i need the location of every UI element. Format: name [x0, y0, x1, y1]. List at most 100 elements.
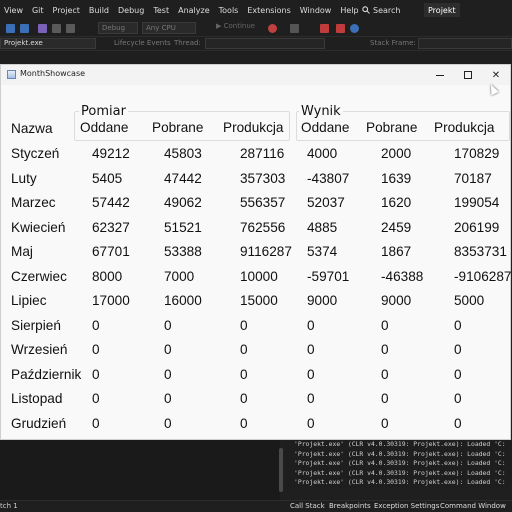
restart-icon[interactable]: [350, 24, 359, 33]
ide-debugbar: Projekt.exe Lifecycle Events Thread: Sta…: [0, 37, 512, 51]
cell-pomiar-pobrane: 0: [164, 342, 172, 357]
cell-wynik-pobrane: 0: [381, 415, 389, 431]
cell-pomiar-produkcja: 0: [240, 342, 248, 357]
cell-pomiar-oddane: 62327: [92, 219, 130, 235]
menu-extensions[interactable]: Extensions: [247, 6, 290, 15]
cell-wynik-produkcja: 0: [454, 391, 462, 406]
ide-search[interactable]: Search: [362, 3, 400, 17]
header-pomiar-oddane: Oddane: [80, 120, 129, 135]
cell-pomiar-produkcja: 556357: [240, 195, 286, 210]
cell-wynik-oddane: 5374: [307, 244, 338, 259]
platform-combo[interactable]: Any CPU: [142, 22, 196, 34]
process-combo[interactable]: Projekt.exe: [0, 38, 96, 49]
continue-button[interactable]: ▶ Continue: [216, 22, 255, 30]
cell-wynik-pobrane: 1620: [381, 195, 412, 210]
redo-icon[interactable]: [66, 24, 75, 33]
menu-project[interactable]: Project: [53, 6, 80, 15]
close-icon: ✕: [491, 69, 501, 81]
menu-help[interactable]: Help: [340, 6, 358, 15]
cell-month-name: Lipiec: [11, 293, 47, 308]
menu-git[interactable]: Git: [32, 6, 44, 15]
lifecycle-events-button[interactable]: Lifecycle Events: [114, 39, 171, 47]
cell-wynik-produkcja: 170829: [454, 146, 500, 161]
minimize-button[interactable]: [426, 65, 454, 85]
thread-combo[interactable]: [205, 38, 325, 49]
cell-pomiar-produkcja: 10000: [240, 268, 278, 284]
menu-tools[interactable]: Tools: [219, 6, 239, 15]
stop-icon[interactable]: [320, 24, 329, 33]
stop-debug-icon[interactable]: [336, 24, 345, 33]
tab-call-stack[interactable]: Call Stack: [290, 502, 325, 510]
cell-wynik-oddane: 0: [307, 342, 315, 357]
month-showcase-window: MonthShowcase ✕ Pomiar Wynik Nazwa Oddan…: [0, 64, 511, 440]
cell-wynik-pobrane: 9000: [381, 293, 412, 308]
menu-view[interactable]: View: [4, 6, 23, 15]
cell-wynik-produkcja: 206199: [454, 219, 500, 235]
panel-scrollbar[interactable]: [279, 448, 283, 492]
cell-wynik-oddane: 0: [307, 391, 315, 406]
cell-pomiar-produkcja: 15000: [240, 293, 278, 308]
cell-wynik-oddane: 0: [307, 415, 315, 431]
cell-wynik-pobrane: 0: [381, 366, 389, 382]
cell-month-name: Marzec: [11, 195, 56, 210]
title-bar[interactable]: MonthShowcase ✕: [1, 65, 510, 85]
pause-icon[interactable]: [290, 24, 299, 33]
maximize-button[interactable]: [454, 65, 482, 85]
tab-breakpoints[interactable]: Breakpoints: [329, 502, 371, 510]
cell-pomiar-oddane: 0: [92, 342, 100, 357]
header-pomiar-produkcja: Produkcja: [223, 120, 284, 135]
cell-pomiar-pobrane: 0: [164, 391, 172, 406]
output-line: 'Projekt.exe' (CLR v4.0.30319: Projekt.e…: [294, 440, 506, 448]
menu-window[interactable]: Window: [300, 6, 332, 15]
cell-month-name: Listopad: [11, 391, 63, 406]
cell-pomiar-pobrane: 53388: [164, 244, 202, 259]
window-title: MonthShowcase: [20, 69, 86, 78]
tab-exception-settings[interactable]: Exception Settings: [374, 502, 439, 510]
cell-wynik-oddane: 52037: [307, 195, 345, 210]
record-icon[interactable]: [268, 24, 277, 33]
cell-wynik-produkcja: 0: [454, 317, 462, 333]
config-combo[interactable]: Debug: [98, 22, 138, 34]
cell-pomiar-produkcja: 287116: [240, 146, 285, 161]
cell-pomiar-pobrane: 45803: [164, 146, 202, 161]
cell-month-name: Maj: [11, 244, 33, 259]
ide-toolbar: [0, 20, 512, 37]
cell-month-name: Wrzesień: [11, 342, 68, 357]
forward-icon[interactable]: [20, 24, 29, 33]
cell-wynik-pobrane: 1867: [381, 244, 412, 259]
output-line: 'Projekt.exe' (CLR v4.0.30319: Projekt.e…: [294, 468, 506, 477]
project-badge[interactable]: Projekt: [424, 3, 460, 17]
cell-month-name: Czerwiec: [11, 268, 67, 284]
cell-pomiar-pobrane: 16000: [164, 293, 202, 308]
undo-icon[interactable]: [52, 24, 61, 33]
menu-analyze[interactable]: Analyze: [178, 6, 210, 15]
cell-month-name: Luty: [11, 170, 37, 186]
output-line: 'Projekt.exe' (CLR v4.0.30319: Projekt.e…: [294, 459, 506, 467]
cell-wynik-produkcja: 5000: [454, 293, 485, 308]
menu-debug[interactable]: Debug: [118, 6, 144, 15]
back-icon[interactable]: [6, 24, 15, 33]
cell-wynik-pobrane: 0: [381, 342, 389, 357]
stack-frame-combo[interactable]: [418, 38, 512, 49]
menu-build[interactable]: Build: [89, 6, 109, 15]
header-pomiar-pobrane: Pobrane: [152, 120, 204, 135]
cell-wynik-produkcja: 199054: [454, 195, 500, 210]
cell-wynik-oddane: -43807: [307, 170, 350, 186]
thread-label: Thread:: [174, 39, 201, 47]
cell-pomiar-oddane: 0: [92, 415, 100, 431]
new-file-icon[interactable]: [38, 24, 47, 33]
cell-pomiar-pobrane: 7000: [164, 268, 195, 284]
cell-wynik-pobrane: 2000: [381, 146, 412, 161]
output-line: 'Projekt.exe' (CLR v4.0.30319: Projekt.e…: [294, 478, 506, 486]
header-wynik-oddane: Oddane: [301, 120, 350, 135]
cell-wynik-oddane: 4000: [307, 146, 338, 161]
menu-test[interactable]: Test: [153, 6, 169, 15]
search-label: Search: [373, 5, 401, 15]
cell-pomiar-pobrane: 0: [164, 366, 172, 382]
cell-pomiar-produkcja: 0: [240, 415, 248, 431]
status-left-text: tch 1: [0, 502, 18, 510]
cell-wynik-produkcja: 0: [454, 415, 462, 431]
close-button[interactable]: ✕: [482, 65, 510, 85]
tab-command-window[interactable]: Command Window: [440, 502, 506, 510]
cell-pomiar-oddane: 49212: [92, 146, 130, 161]
